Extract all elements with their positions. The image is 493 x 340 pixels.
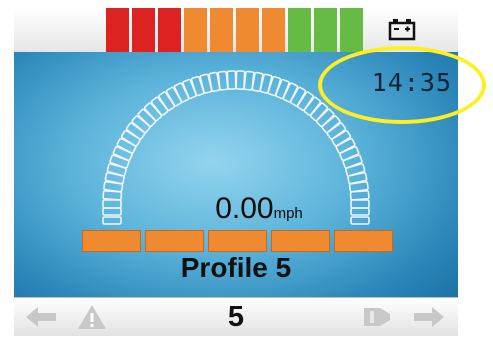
speed-bar	[334, 230, 393, 252]
battery-segment	[158, 8, 181, 52]
battery-segment	[236, 8, 259, 52]
clock-highlight-ring	[318, 46, 486, 124]
speed-bar	[208, 230, 267, 252]
battery-segment	[262, 8, 285, 52]
speed-value: 0.00	[215, 192, 274, 225]
battery-segment	[340, 8, 363, 52]
gauge-tick	[226, 70, 237, 90]
bottom-navigation-bar: 5	[14, 297, 458, 336]
battery-segments	[106, 8, 363, 52]
arrow-left-icon[interactable]	[24, 302, 58, 332]
gauge-tick	[235, 70, 246, 90]
gauge-tick	[217, 70, 229, 91]
gauge-tick	[102, 199, 122, 209]
battery-segment	[106, 8, 129, 52]
battery-segment	[288, 8, 311, 52]
horn-icon[interactable]	[360, 302, 396, 332]
wheelchair-controller-display: 14:35 0.00mph Profile 5 5	[0, 0, 493, 340]
battery-segment	[184, 8, 207, 52]
speed-bar	[82, 230, 141, 252]
speed-readout: 0.00mph	[159, 192, 359, 226]
warning-triangle-icon[interactable]	[76, 302, 108, 332]
gauge-tick	[102, 207, 122, 216]
profile-number: 5	[227, 301, 245, 333]
battery-icon	[388, 19, 416, 41]
battery-segment	[210, 8, 233, 52]
battery-segment	[314, 8, 337, 52]
profile-name: Profile 5	[180, 252, 292, 283]
speed-unit: mph	[273, 205, 303, 222]
gauge-tick	[102, 216, 122, 225]
arrow-right-icon[interactable]	[412, 302, 446, 332]
max-speed-bars	[82, 230, 393, 252]
speed-bar	[145, 230, 204, 252]
speed-bar	[271, 230, 330, 252]
battery-segment	[132, 8, 155, 52]
